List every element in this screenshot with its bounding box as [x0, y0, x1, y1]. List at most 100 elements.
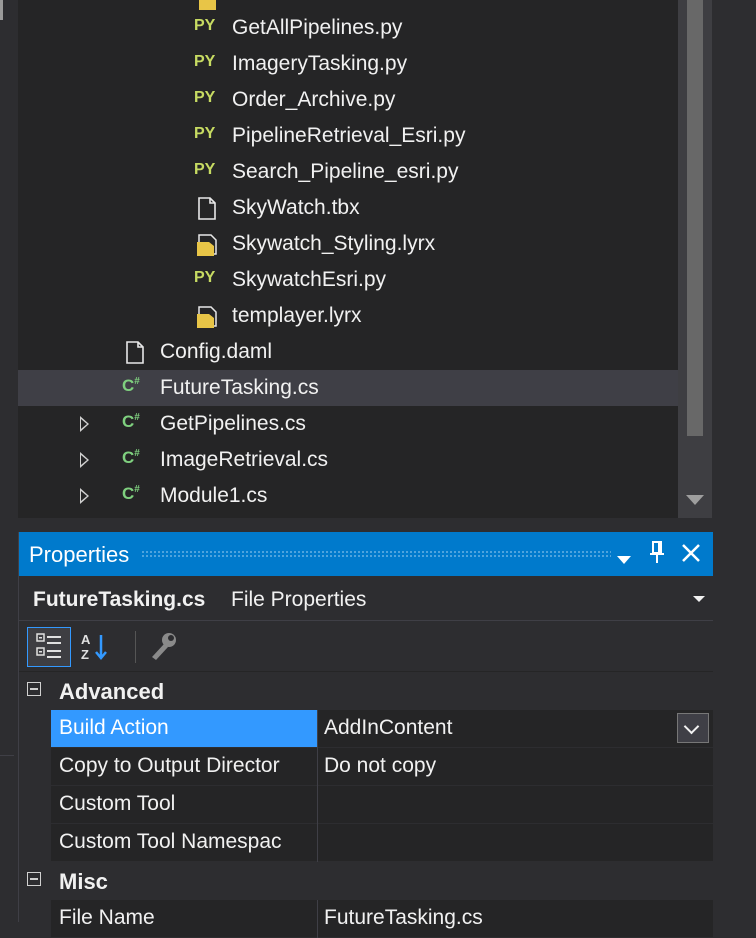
tree-item[interactable]: C# Module1.cs [18, 478, 678, 514]
left-strip-divider [0, 755, 14, 756]
categorized-icon [36, 633, 61, 658]
property-value-cell[interactable]: Do not copy [318, 748, 713, 785]
property-row[interactable]: Custom Tool [51, 786, 713, 824]
close-icon[interactable] [681, 543, 701, 569]
window-menu-dropdown-icon[interactable] [617, 546, 631, 572]
category-label: Advanced [59, 679, 165, 704]
expand-arrow-icon[interactable] [80, 452, 89, 468]
tree-item[interactable]: PY SkywatchEsri.py [18, 262, 678, 298]
tree-item[interactable]: C# FutureTasking.cs [18, 370, 678, 406]
wrench-icon [152, 633, 176, 660]
property-value: Do not copy [324, 754, 437, 777]
svg-text:Z: Z [81, 647, 89, 662]
python-file-icon: PY [194, 125, 216, 142]
properties-panel: Properties FutureTasking.cs File Propert… [18, 532, 713, 938]
collapse-icon[interactable] [27, 872, 41, 886]
document-file-icon [194, 196, 218, 220]
tree-item[interactable]: templayer.lyrx [18, 298, 678, 334]
property-name-cell[interactable]: Copy to Output Director [51, 748, 317, 785]
tree-vertical-scrollbar[interactable] [678, 0, 712, 518]
csharp-badge-sharp: # [134, 412, 140, 423]
tree-item-label: GetAllPipelines.py [232, 16, 403, 39]
selected-object-name: FutureTasking.cs [33, 588, 206, 611]
pin-icon[interactable] [649, 541, 665, 571]
tree-item-label: SkyWatch.tbx [232, 196, 360, 219]
csharp-badge-sharp: # [134, 448, 140, 459]
properties-title: Properties [29, 542, 130, 567]
property-value-cell[interactable] [318, 824, 713, 861]
property-name-cell[interactable]: Custom Tool [51, 786, 317, 823]
categorized-button[interactable] [27, 627, 71, 667]
tree-scrollbar-thumb[interactable] [687, 0, 703, 436]
python-file-icon: PY [194, 17, 216, 34]
property-name-cell[interactable]: Build Action [51, 710, 317, 747]
property-value: FutureTasking.cs [324, 906, 483, 929]
python-file-icon: PY [194, 89, 216, 106]
csharp-file-icon: C# [122, 484, 146, 508]
left-dock-strip [0, 0, 18, 922]
property-row[interactable]: Custom Tool Namespac [51, 824, 713, 862]
tree-item-label: Module1.cs [160, 484, 268, 507]
tree-item[interactable]: Config.daml [18, 334, 678, 370]
csharp-file-icon: C# [122, 376, 146, 400]
tree-item-label: Config.daml [160, 340, 273, 363]
property-name: File Name [59, 906, 155, 929]
property-row[interactable]: Copy to Output Director Do not copy [51, 748, 713, 786]
tree-item-label: SkywatchEsri.py [232, 268, 387, 291]
tree-item[interactable]: PY Search_Pipeline_esri.py [18, 154, 678, 190]
category-misc[interactable]: Misc [19, 862, 713, 900]
document-file-icon [122, 340, 146, 364]
tree-item-label: templayer.lyrx [232, 304, 362, 327]
tree-item-label: Search_Pipeline_esri.py [232, 160, 459, 183]
property-name-cell[interactable]: Custom Tool Namespac [51, 824, 317, 861]
python-file-icon: PY [194, 161, 216, 178]
properties-object-selector[interactable]: FutureTasking.cs File Properties [19, 576, 713, 621]
tree-item-label: GetPipelines.cs [160, 412, 306, 435]
csharp-file-icon: C# [122, 412, 146, 436]
category-gutter [19, 710, 51, 862]
csharp-badge-letter: C [122, 376, 135, 395]
tree-item[interactable]: C# ImageRetrieval.cs [18, 442, 678, 478]
scroll-down-arrow-icon[interactable] [686, 495, 704, 505]
properties-toolbar: A Z [19, 621, 713, 671]
properties-titlebar[interactable]: Properties [19, 532, 713, 576]
property-row[interactable]: File Name FutureTasking.cs [51, 900, 713, 938]
property-row[interactable]: Build Action AddInContent [51, 710, 713, 748]
tree-item[interactable]: PY GetAllPipelines.py [18, 10, 678, 46]
layer-file-icon [194, 304, 218, 328]
titlebar-grip[interactable] [141, 550, 611, 558]
alphabetical-button[interactable]: A Z [75, 627, 119, 667]
category-advanced[interactable]: Advanced [19, 672, 713, 710]
tree-item-label: PipelineRetrieval_Esri.py [232, 124, 466, 147]
solution-explorer-tree[interactable]: PY GetAllPipelines.py PY ImageryTasking.py P… [18, 0, 712, 518]
property-value-cell[interactable]: FutureTasking.cs [318, 900, 713, 937]
python-file-icon: PY [194, 269, 216, 286]
property-pages-button[interactable] [143, 627, 187, 667]
tree-item[interactable]: Skywatch_Styling.lyrx [18, 226, 678, 262]
property-grid: Advanced Build Action AddInContent Copy to … [19, 672, 713, 938]
tree-item[interactable]: C# GetPipelines.cs [18, 406, 678, 442]
object-selector-dropdown-icon[interactable] [693, 596, 705, 602]
tree-item[interactable]: PY Order_Archive.py [18, 82, 678, 118]
property-name: Custom Tool Namespac [59, 830, 282, 853]
property-value-cell[interactable] [318, 786, 713, 823]
category-label: Misc [59, 869, 108, 894]
collapse-icon[interactable] [27, 682, 41, 696]
property-name: Custom Tool [59, 792, 176, 815]
property-name: Build Action [59, 716, 169, 739]
csharp-badge-letter: C [122, 448, 135, 467]
property-name-cell[interactable]: File Name [51, 900, 317, 937]
expand-arrow-icon[interactable] [80, 488, 89, 504]
tree-item[interactable]: PY PipelineRetrieval_Esri.py [18, 118, 678, 154]
left-strip-marker [0, 0, 3, 20]
category-gutter [19, 900, 51, 938]
tree-item[interactable]: PY ImageryTasking.py [18, 46, 678, 82]
expand-arrow-icon[interactable] [80, 416, 89, 432]
property-value: AddInContent [324, 716, 453, 739]
python-file-icon: PY [194, 53, 216, 70]
value-dropdown-button[interactable] [677, 713, 709, 743]
property-value-cell[interactable]: AddInContent [318, 710, 713, 747]
layer-file-icon [194, 232, 218, 256]
property-name: Copy to Output Director [59, 754, 280, 777]
tree-item[interactable]: SkyWatch.tbx [18, 190, 678, 226]
